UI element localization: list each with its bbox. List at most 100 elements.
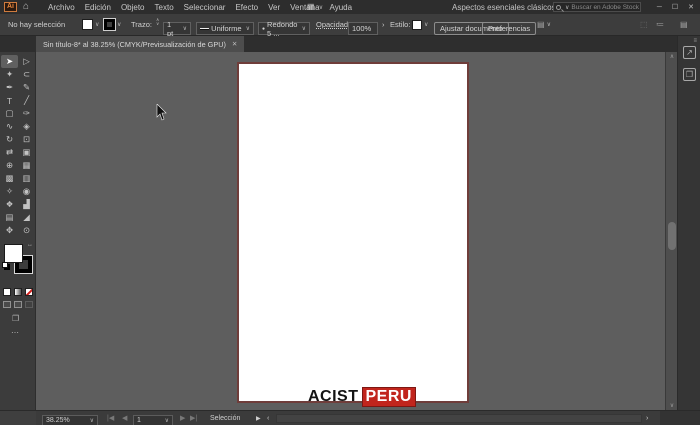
chevron-down-icon: ∨ xyxy=(424,22,429,28)
horizontal-scrollbar[interactable] xyxy=(276,414,642,423)
previous-artboard-icon[interactable]: ◀ xyxy=(122,411,127,425)
hscroll-left-icon[interactable]: ‹ xyxy=(267,411,269,425)
workspace-switcher[interactable]: Aspectos esenciales clásicos ∨ xyxy=(452,0,566,14)
draw-normal-icon[interactable] xyxy=(3,301,11,308)
menu-edicion[interactable]: Edición xyxy=(85,3,111,12)
export-panel-icon[interactable]: ↗ xyxy=(683,46,696,59)
scale-tool[interactable]: ⊡ xyxy=(18,133,35,146)
type-tool[interactable]: T xyxy=(1,94,18,107)
rectangle-tool[interactable]: ▢ xyxy=(1,107,18,120)
gradient-tool[interactable]: ▥ xyxy=(18,172,35,185)
opacity-label[interactable]: Opacidad: xyxy=(316,14,350,35)
transform-panel-icon[interactable]: ⬚ xyxy=(640,14,648,35)
pen-tool[interactable]: ✒ xyxy=(1,81,18,94)
eraser-tool[interactable]: ◈ xyxy=(18,120,35,133)
chevron-down-icon: ∨ xyxy=(318,5,324,11)
graph-tool[interactable]: ▟ xyxy=(18,198,35,211)
menu-ver[interactable]: Ver xyxy=(268,3,280,12)
curvature-tool[interactable]: ✎ xyxy=(18,81,35,94)
last-artboard-icon[interactable]: ▶| xyxy=(190,411,197,425)
shape-builder-tool[interactable]: ⊕ xyxy=(1,159,18,172)
brush-select[interactable]: ● Redondo 5 ... ∨ xyxy=(258,20,310,38)
preferences-button[interactable]: Preferencias xyxy=(482,22,537,35)
arrange-panel-icon[interactable]: ≔ xyxy=(656,14,664,35)
selection-status: No hay selección xyxy=(8,14,65,35)
vertical-scrollbar-thumb[interactable] xyxy=(668,222,676,250)
panel-list-icon[interactable]: ▤ xyxy=(680,14,688,35)
isolate-options-control[interactable]: ▤ ∨ xyxy=(537,14,551,35)
menu-seleccionar[interactable]: Seleccionar xyxy=(184,3,226,12)
close-button[interactable]: ✕ xyxy=(688,3,694,11)
stroke-profile-icon xyxy=(200,27,210,30)
none-button[interactable] xyxy=(25,288,33,296)
artboard[interactable] xyxy=(237,62,469,403)
graphic-style-control[interactable]: ∨ xyxy=(412,14,428,35)
width-tool[interactable]: ⇄ xyxy=(1,146,18,159)
draw-inside-icon[interactable] xyxy=(25,301,33,308)
menu-ayuda[interactable]: Ayuda xyxy=(330,3,353,12)
screen-mode-icon[interactable]: ❐ xyxy=(12,314,19,323)
first-artboard-icon[interactable]: |◀ xyxy=(107,411,114,425)
selection-tool[interactable]: ➤ xyxy=(1,55,18,68)
draw-behind-icon[interactable] xyxy=(14,301,22,308)
paintbrush-tool[interactable]: ✑ xyxy=(18,107,35,120)
stroke-color-control[interactable]: ∨ xyxy=(103,14,121,35)
stroke-swatch[interactable] xyxy=(103,18,116,31)
zoom-tool[interactable]: ⊙ xyxy=(18,224,35,237)
perspective-grid-tool[interactable]: ▦ xyxy=(18,159,35,172)
vertical-scrollbar[interactable]: ∧ ∨ xyxy=(665,52,677,410)
artboard-tool[interactable]: ▤ xyxy=(1,211,18,224)
search-icon xyxy=(556,4,561,10)
minimize-button[interactable]: ─ xyxy=(657,4,662,11)
style-swatch[interactable] xyxy=(412,19,422,30)
chevron-down-icon: ∨ xyxy=(546,22,551,28)
menu-archivo[interactable]: Archivo xyxy=(48,3,75,12)
home-icon[interactable]: ⌂ xyxy=(23,1,29,12)
opacity-flyout-icon[interactable]: › xyxy=(382,14,385,35)
document-tab-bar: Sin título-8* al 38.25% (CMYK/Previsuali… xyxy=(0,36,678,52)
swap-fill-stroke-icon[interactable]: ↔ xyxy=(27,242,33,248)
stroke-weight-label: Trazo: xyxy=(131,20,152,29)
blend-tool[interactable]: ◉ xyxy=(18,185,35,198)
fill-swatch[interactable] xyxy=(82,19,93,30)
zoom-level-select[interactable]: 38.25% ∨ xyxy=(42,414,98,425)
illustrator-logo-icon[interactable]: Ai xyxy=(4,2,17,12)
lasso-tool[interactable]: ⊂ xyxy=(18,68,35,81)
symbol-sprayer-tool[interactable]: ❖ xyxy=(1,198,18,211)
fill-indicator[interactable] xyxy=(4,244,23,263)
magic-wand-tool[interactable]: ✦ xyxy=(1,68,18,81)
default-fill-stroke-icon[interactable] xyxy=(2,262,8,268)
direct-selection-tool[interactable]: ▷ xyxy=(18,55,35,68)
status-menu-icon[interactable]: ▶ xyxy=(256,411,261,425)
hand-tool[interactable]: ✥ xyxy=(1,224,18,237)
next-artboard-icon[interactable]: ▶ xyxy=(180,411,185,425)
search-input[interactable] xyxy=(571,3,642,11)
opacity-field[interactable]: 100% xyxy=(348,22,378,35)
rotate-tool[interactable]: ↻ xyxy=(1,133,18,146)
menu-texto[interactable]: Texto xyxy=(155,3,174,12)
document-arrange-icon[interactable]: ▦ ∨ xyxy=(307,2,323,11)
menu-objeto[interactable]: Objeto xyxy=(121,3,145,12)
free-transform-tool[interactable]: ▣ xyxy=(18,146,35,159)
artboards-panel-icon[interactable]: ❐ xyxy=(683,68,696,81)
maximize-button[interactable]: ☐ xyxy=(672,3,678,11)
artboard-navigation-select[interactable]: 1 ∨ xyxy=(133,414,173,425)
stroke-weight-select[interactable]: 1 pt ∨ xyxy=(163,20,191,38)
shaper-tool[interactable]: ∿ xyxy=(1,120,18,133)
fill-color-control[interactable]: ∨ xyxy=(82,14,99,35)
color-button[interactable] xyxy=(3,288,11,296)
hscroll-right-icon[interactable]: › xyxy=(646,411,648,425)
menu-efecto[interactable]: Efecto xyxy=(235,3,258,12)
line-segment-tool[interactable]: ╱ xyxy=(18,94,35,107)
mesh-tool[interactable]: ▩ xyxy=(1,172,18,185)
slice-tool[interactable]: ◢ xyxy=(18,211,35,224)
close-tab-icon[interactable]: ✕ xyxy=(232,40,237,48)
gradient-button[interactable] xyxy=(14,288,22,296)
document-tab[interactable]: Sin título-8* al 38.25% (CMYK/Previsuali… xyxy=(36,36,245,52)
edit-toolbar-icon[interactable]: ⋯ xyxy=(11,328,19,337)
expand-panels-icon[interactable]: ≡ xyxy=(693,38,697,44)
stepper-down-icon[interactable]: ∨ xyxy=(156,21,159,26)
width-profile-select[interactable]: Uniforme ∨ xyxy=(196,22,254,35)
eyedropper-tool[interactable]: ✧ xyxy=(1,185,18,198)
stock-search[interactable]: ∨ xyxy=(553,2,642,12)
